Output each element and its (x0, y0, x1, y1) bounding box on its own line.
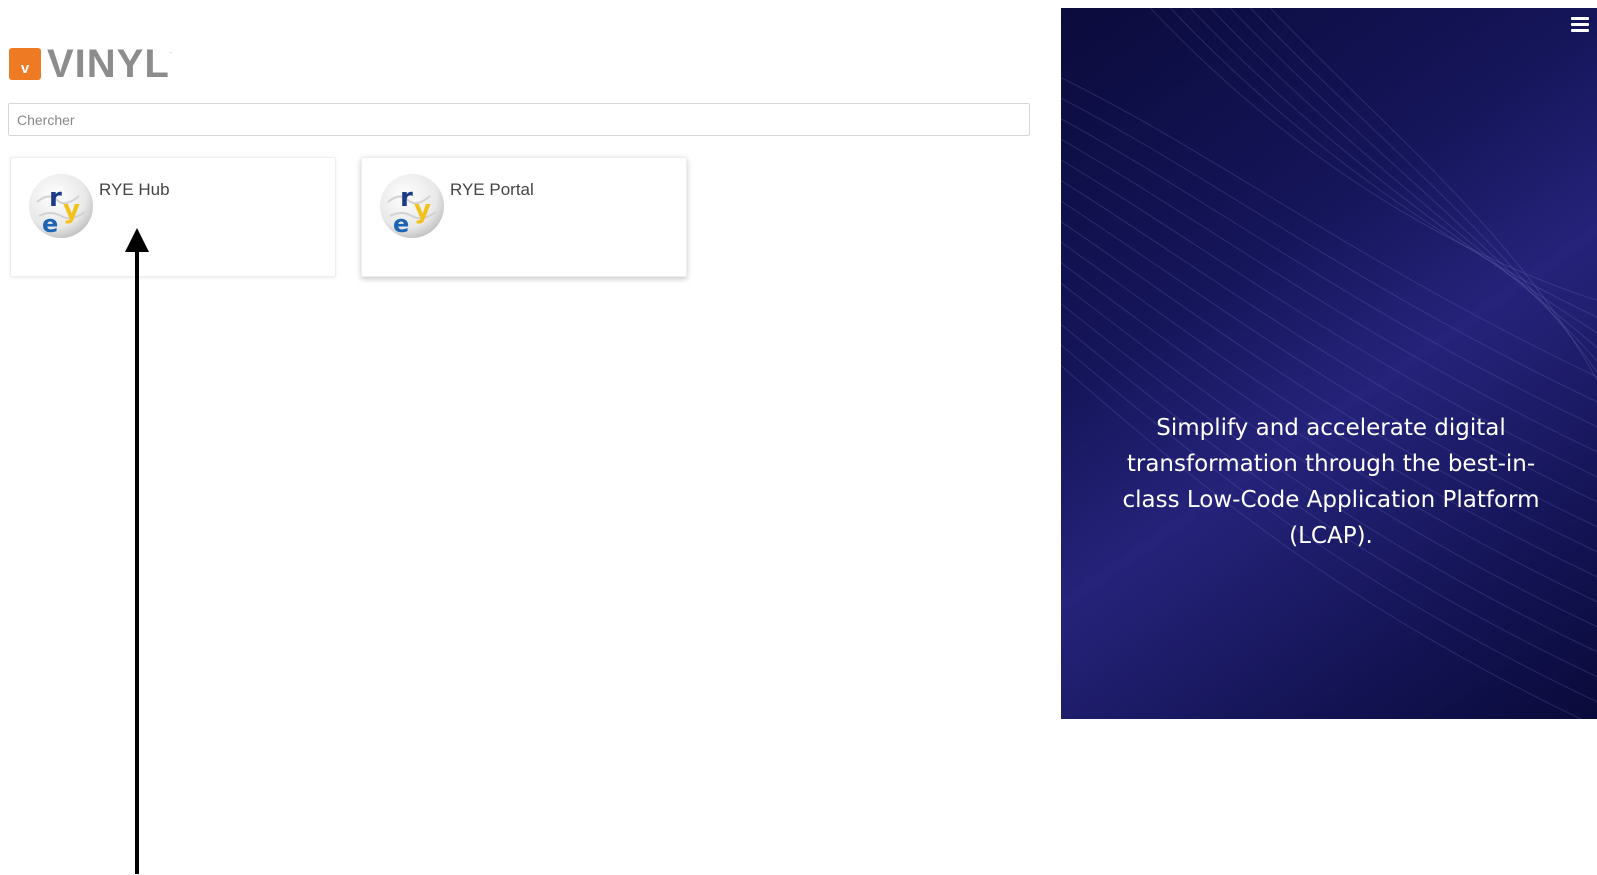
search-input[interactable] (8, 103, 1030, 136)
app-tile-rye-hub[interactable]: r y e RYE Hub (10, 157, 336, 277)
svg-text:e: e (393, 210, 409, 238)
logo-badge-letter: v (20, 60, 30, 77)
vinyl-logo-badge: v (9, 48, 41, 80)
svg-text:r: r (49, 183, 62, 213)
rye-logo-icon: r y e (29, 174, 93, 238)
svg-text:y: y (414, 195, 431, 225)
svg-text:e: e (42, 210, 58, 238)
app-tile-rye-portal[interactable]: r y e RYE Portal (361, 157, 687, 277)
tile-label: RYE Portal (450, 180, 534, 199)
logo-wordmark: VINYL (47, 42, 170, 86)
vinyl-logo: v VINYL . (9, 44, 172, 84)
hero-tagline: Simplify and accelerate digital transfor… (1122, 415, 1540, 549)
hero-panel: Simplify and accelerate digital transfor… (1061, 8, 1597, 719)
svg-text:r: r (400, 183, 413, 213)
svg-text:y: y (63, 195, 80, 225)
wave-lines-background (1061, 8, 1597, 719)
tile-label: RYE Hub (99, 180, 170, 199)
hamburger-menu-icon[interactable] (1571, 14, 1589, 36)
rye-logo-icon: r y e (380, 174, 444, 238)
logo-trademark: . (169, 46, 173, 55)
